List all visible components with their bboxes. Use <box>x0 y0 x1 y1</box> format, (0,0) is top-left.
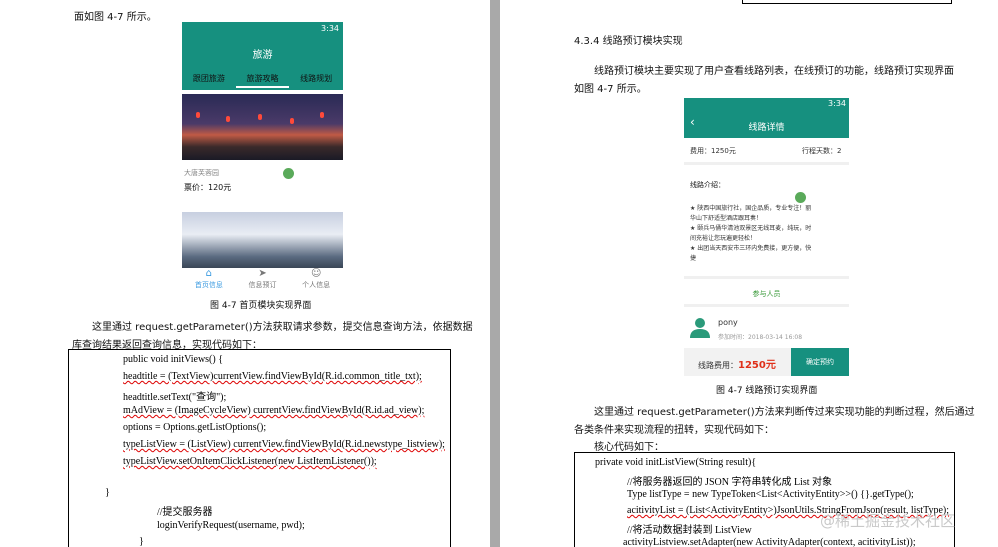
cursor-dot <box>283 168 294 179</box>
route-fee: 费用：1250元 <box>690 147 736 155</box>
intro-line: 间充裕让您玩遍更轻松！ <box>690 235 757 242</box>
core-code-label: 核心代码如下： <box>594 442 664 453</box>
nav-profile-label: 个人信息 <box>302 281 331 289</box>
nav-home-label: 首页信息 <box>194 281 223 289</box>
app-header: 3:34 ‹ 线路详情 <box>684 98 849 138</box>
tab-bar: 跟团旅游 旅游攻略 线路规划 <box>182 72 343 88</box>
code-line: activityListview.setAdapter(new Activity… <box>623 537 916 547</box>
avatar-icon <box>690 318 710 338</box>
code-line: } <box>105 487 110 498</box>
code-line: loginVerifyRequest(username, pwd); <box>157 520 305 531</box>
code-block: private void initListView(String result)… <box>574 452 955 547</box>
intro-line: 捷 <box>690 255 697 262</box>
lantern-decoration <box>258 114 262 120</box>
paragraph-line: 这里通过 request.getParameter()方法获取请求参数，提交信息… <box>92 322 473 333</box>
bottom-fee-amount: 1250元 <box>738 360 776 371</box>
watermark-text: @稀土掘金技术社区 <box>820 512 956 530</box>
code-line: typeListView.setOnItemClickListener(new … <box>123 456 377 467</box>
section-heading: 4.3.4 线路预订模块实现 <box>574 36 683 47</box>
intro-label: 线路介绍： <box>690 181 725 189</box>
figure-caption: 图 4-7 线路预订实现界面 <box>716 386 818 396</box>
confirm-booking-button[interactable]: 确定预约 <box>791 348 849 376</box>
lantern-decoration <box>196 112 200 118</box>
route-detail-screenshot: 3:34 ‹ 线路详情 费用：1250元 行程天数：2 线路介绍： ★ 陕西中国… <box>684 98 849 376</box>
lantern-decoration <box>320 112 324 118</box>
paragraph-line: 这里通过 request.getParameter()方法来判断传过来实现功能的… <box>594 407 975 418</box>
code-line: Type listType = new TypeToken<List<Activ… <box>627 489 914 500</box>
cursor-dot <box>795 192 806 203</box>
divider <box>684 304 849 307</box>
code-block: public void initViews() { headtitle = (T… <box>68 349 451 547</box>
app-header: 3:34 旅游 跟团旅游 旅游攻略 线路规划 <box>182 22 343 90</box>
paragraph-line: 线路预订模块主要实现了用户查看线路列表，在线预订的功能，线路预订实现界面 <box>594 66 954 77</box>
right-page: 4.3.4 线路预订模块实现 线路预订模块主要实现了用户查看线路列表，在线预订的… <box>500 0 998 547</box>
code-line: options = Options.getListOptions(); <box>123 422 267 433</box>
tab-travel-guide[interactable]: 旅游攻略 <box>235 72 290 88</box>
ticket-price: 票价：120元 <box>184 183 232 192</box>
attraction-photo-2[interactable] <box>182 212 343 268</box>
code-line: typeListView = (ListView) currentView.fi… <box>123 439 445 450</box>
bottom-fee: 线路费用：1250元 <box>698 356 776 371</box>
user-icon: ☺ <box>310 268 322 279</box>
lantern-decoration <box>290 118 294 124</box>
code-line: //将服务器返回的 JSON 字符串转化成 List 对象 <box>627 477 833 488</box>
code-line: } <box>139 536 144 547</box>
app-title: 旅游 <box>252 50 273 61</box>
home-screenshot: 3:34 旅游 跟团旅游 旅游攻略 线路规划 大唐芙蓉园 票价：120元 ⌂ 首… <box>182 22 343 292</box>
paragraph-line: 各类条件来实现流程的扭转，实现代码如下： <box>574 425 774 436</box>
nav-profile[interactable]: ☺ 个人信息 <box>289 268 343 292</box>
code-line: headtitle = (TextView)currentView.findVi… <box>123 371 422 382</box>
send-icon: ➤ <box>258 268 267 279</box>
intro-line: 华山下舒适型酒店跟耳奏！ <box>690 215 763 222</box>
figure-caption: 图 4-7 首页模块实现界面 <box>210 301 312 311</box>
tab-group-tour[interactable]: 跟团旅游 <box>182 72 236 88</box>
intro-line: ★ 颐兵马俑华清池双景区无线耳麦，纯玩，时 <box>690 225 812 232</box>
code-block-fragment <box>742 0 952 4</box>
trip-days: 行程天数：2 <box>802 147 842 155</box>
intro-line: ★ 陕西中国旅行社，国企品质，专业专注！丽 <box>690 205 812 212</box>
nav-booking-label: 信息预订 <box>248 281 277 289</box>
code-line: mAdView = (ImageCycleView) currentView.f… <box>123 405 425 416</box>
code-line: headtitle.setText("查询"); <box>123 392 227 403</box>
intro-text: 面如图 4-7 所示。 <box>74 12 157 23</box>
attraction-photo[interactable] <box>182 94 343 160</box>
join-time: 参加时间：2018-03-14 16:08 <box>718 334 803 341</box>
bottom-nav: ⌂ 首页信息 ➤ 信息预订 ☺ 个人信息 <box>182 268 343 292</box>
tab-route-plan[interactable]: 线路规划 <box>289 72 343 88</box>
place-name: 大唐芙蓉园 <box>184 169 219 177</box>
bottom-fee-label: 线路费用： <box>698 361 738 370</box>
lantern-decoration <box>226 116 230 122</box>
home-icon: ⌂ <box>205 268 213 279</box>
participant-name: pony <box>718 318 738 327</box>
code-line: //将活动数据封装到 ListView <box>627 525 752 536</box>
app-title: 线路详情 <box>748 123 785 133</box>
status-time: 3:34 <box>828 99 846 108</box>
code-line: public void initViews() { <box>123 354 224 365</box>
divider <box>684 162 849 165</box>
nav-booking[interactable]: ➤ 信息预订 <box>236 268 290 292</box>
intro-line: ★ 出团当天西安市三环内免费接，更方便，快 <box>690 245 812 252</box>
status-time: 3:34 <box>321 24 339 33</box>
divider <box>684 276 849 279</box>
code-line: //提交服务器 <box>157 507 213 518</box>
paragraph-line: 如图 4-7 所示。 <box>574 84 647 95</box>
code-line: private void initListView(String result)… <box>595 457 757 468</box>
nav-home[interactable]: ⌂ 首页信息 <box>182 268 236 292</box>
left-page: 面如图 4-7 所示。 3:34 旅游 跟团旅游 旅游攻略 线路规划 大唐芙蓉园… <box>0 0 490 547</box>
participants-label: 参与人员 <box>752 290 781 298</box>
